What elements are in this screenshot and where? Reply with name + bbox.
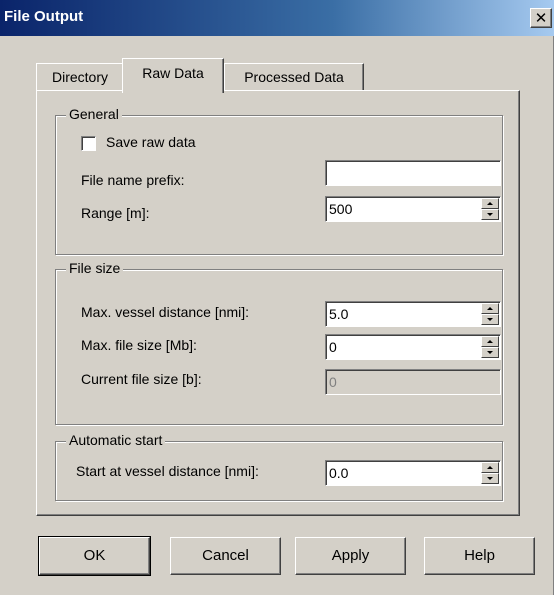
tab-directory[interactable]: Directory: [36, 63, 124, 91]
range-value: 500: [329, 201, 353, 217]
max-file-size-value: 0: [329, 339, 337, 355]
tab-raw-data-label: Raw Data: [142, 65, 204, 81]
range-spinner[interactable]: 500: [325, 196, 501, 222]
apply-button[interactable]: Apply: [295, 537, 406, 575]
window-title: File Output: [4, 8, 84, 25]
tab-directory-label: Directory: [51, 69, 108, 85]
file-size-legend: File size: [66, 260, 124, 276]
max-file-size-label: Max. file size [Mb]:: [81, 337, 197, 353]
range-spin-down-icon[interactable]: [481, 209, 499, 220]
file-output-dialog: File Output ✕ Directory Raw Data Process…: [0, 0, 554, 595]
max-file-size-spinner[interactable]: 0: [325, 334, 501, 360]
tab-processed-data[interactable]: Processed Data: [224, 63, 364, 91]
raw-data-panel: General Save raw data File name prefix: …: [36, 90, 520, 516]
max-vessel-distance-spin-down-icon[interactable]: [481, 314, 499, 325]
file-size-group: File size Max. vessel distance [nmi]: 5.…: [55, 260, 503, 425]
title-bar: File Output ✕: [0, 0, 554, 36]
current-file-size-value: 0: [329, 374, 337, 390]
max-vessel-distance-spin-buttons: [481, 303, 499, 325]
tab-raw-data[interactable]: Raw Data: [122, 58, 224, 93]
close-icon: ✕: [534, 8, 548, 27]
max-file-size-spin-buttons: [481, 336, 499, 358]
start-vessel-distance-value: 0.0: [329, 465, 349, 481]
general-group: General Save raw data File name prefix: …: [55, 106, 503, 255]
ok-button-label: OK: [83, 547, 106, 564]
start-vessel-distance-spinner[interactable]: 0.0: [325, 460, 501, 486]
current-file-size-field: 0: [325, 369, 501, 395]
help-button-label: Help: [464, 547, 495, 564]
apply-button-label: Apply: [331, 547, 370, 564]
start-vessel-distance-spin-buttons: [481, 462, 499, 484]
save-raw-data-checkbox[interactable]: [81, 136, 96, 151]
cancel-button[interactable]: Cancel: [170, 537, 281, 575]
max-vessel-distance-value: 5.0: [329, 306, 349, 322]
file-name-prefix-label: File name prefix:: [81, 172, 185, 188]
max-vessel-distance-spinner[interactable]: 5.0: [325, 301, 501, 327]
start-vessel-distance-label: Start at vessel distance [nmi]:: [76, 463, 259, 479]
start-vessel-distance-spin-up-icon[interactable]: [481, 462, 499, 473]
range-spin-up-icon[interactable]: [481, 198, 499, 209]
max-vessel-distance-label: Max. vessel distance [nmi]:: [81, 304, 250, 320]
ok-button[interactable]: OK: [38, 536, 151, 576]
range-label: Range [m]:: [81, 205, 150, 221]
automatic-start-group: Automatic start Start at vessel distance…: [55, 432, 503, 501]
cancel-button-label: Cancel: [202, 547, 249, 564]
range-spin-buttons: [481, 198, 499, 220]
save-raw-data-label: Save raw data: [106, 134, 196, 150]
current-file-size-label: Current file size [b]:: [81, 371, 202, 387]
general-legend: General: [66, 106, 122, 122]
close-button[interactable]: ✕: [530, 8, 552, 28]
automatic-start-legend: Automatic start: [66, 432, 166, 448]
help-button[interactable]: Help: [424, 537, 535, 575]
max-vessel-distance-spin-up-icon[interactable]: [481, 303, 499, 314]
max-file-size-spin-down-icon[interactable]: [481, 347, 499, 358]
tab-processed-data-label: Processed Data: [244, 69, 344, 85]
max-file-size-spin-up-icon[interactable]: [481, 336, 499, 347]
start-vessel-distance-spin-down-icon[interactable]: [481, 473, 499, 484]
file-name-prefix-input[interactable]: [325, 160, 501, 186]
